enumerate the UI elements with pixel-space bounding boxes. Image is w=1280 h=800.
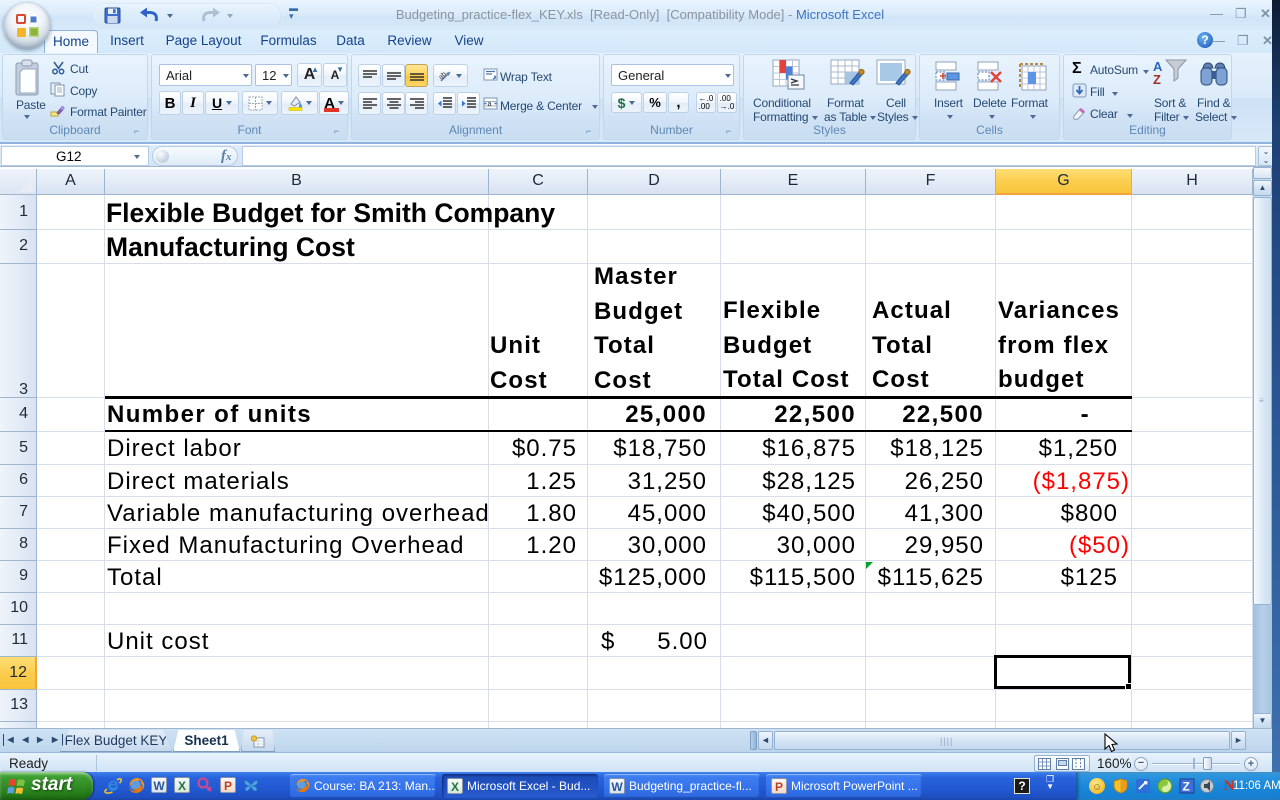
svg-text:Z: Z — [1153, 72, 1161, 87]
svg-text:a: a — [488, 101, 492, 108]
svg-text:ab: ab — [439, 70, 448, 81]
svg-text:Z: Z — [1183, 780, 1190, 794]
